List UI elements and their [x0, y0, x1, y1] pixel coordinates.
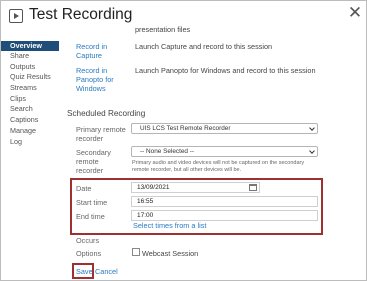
save-button[interactable]: Save — [76, 267, 93, 276]
date-value: 13/09/2021 — [137, 184, 170, 191]
record-in-panopto-link-line2[interactable]: Panopto for — [76, 75, 114, 84]
date-label: Date — [76, 184, 92, 193]
calendar-icon[interactable] — [249, 184, 257, 191]
record-in-capture-link-line1[interactable]: Record in — [76, 42, 107, 51]
start-time-label: Start time — [76, 198, 108, 207]
date-input[interactable]: 13/09/2021 — [131, 182, 260, 193]
secondary-recorder-label-line3: recorder — [76, 166, 104, 175]
chevron-down-icon — [309, 148, 315, 154]
primary-recorder-label-line1: Primary remote — [76, 125, 126, 134]
start-time-value: 16:55 — [137, 198, 154, 205]
primary-recorder-label-line2: recorder — [76, 134, 104, 143]
occurs-label: Occurs — [76, 236, 100, 245]
primary-recorder-value: UIS LCS Test Remote Recorder — [140, 125, 231, 132]
secondary-recorder-value: -- None Selected -- — [140, 148, 194, 155]
webcast-session-checkbox[interactable] — [132, 248, 140, 256]
secondary-recorder-label-line2: remote — [76, 157, 99, 166]
presentation-files-text: presentation files — [135, 25, 191, 34]
scheduled-recording-heading: Scheduled Recording — [67, 109, 146, 118]
record-in-capture-link-line2[interactable]: Capture — [76, 51, 102, 60]
options-label: Options — [76, 249, 102, 258]
start-time-input[interactable]: 16:55 — [131, 196, 318, 207]
recording-dialog: Test Recording ✕ Overview Share Outputs … — [0, 0, 367, 281]
end-time-label: End time — [76, 212, 105, 221]
secondary-recorder-label-line1: Secondary — [76, 148, 111, 157]
record-panopto-description: Launch Panopto for Windows and record to… — [135, 66, 316, 75]
cancel-button[interactable]: Cancel — [95, 267, 118, 276]
select-times-from-list-link[interactable]: Select times from a list — [133, 221, 206, 230]
secondary-recorder-note: Primary audio and video devices will not… — [132, 160, 305, 173]
primary-recorder-select[interactable]: UIS LCS Test Remote Recorder — [131, 123, 318, 134]
record-in-panopto-link-line3[interactable]: Windows — [76, 84, 106, 93]
chevron-down-icon — [309, 125, 315, 131]
end-time-input[interactable]: 17:00 — [131, 210, 318, 221]
secondary-recorder-select[interactable]: -- None Selected -- — [131, 146, 318, 157]
record-capture-description: Launch Capture and record to this sessio… — [135, 42, 273, 51]
webcast-session-label: Webcast Session — [142, 249, 199, 258]
end-time-value: 17:00 — [137, 212, 154, 219]
overview-panel: presentation files Record in Capture Lau… — [1, 1, 366, 280]
record-in-panopto-link-line1[interactable]: Record in — [76, 66, 107, 75]
